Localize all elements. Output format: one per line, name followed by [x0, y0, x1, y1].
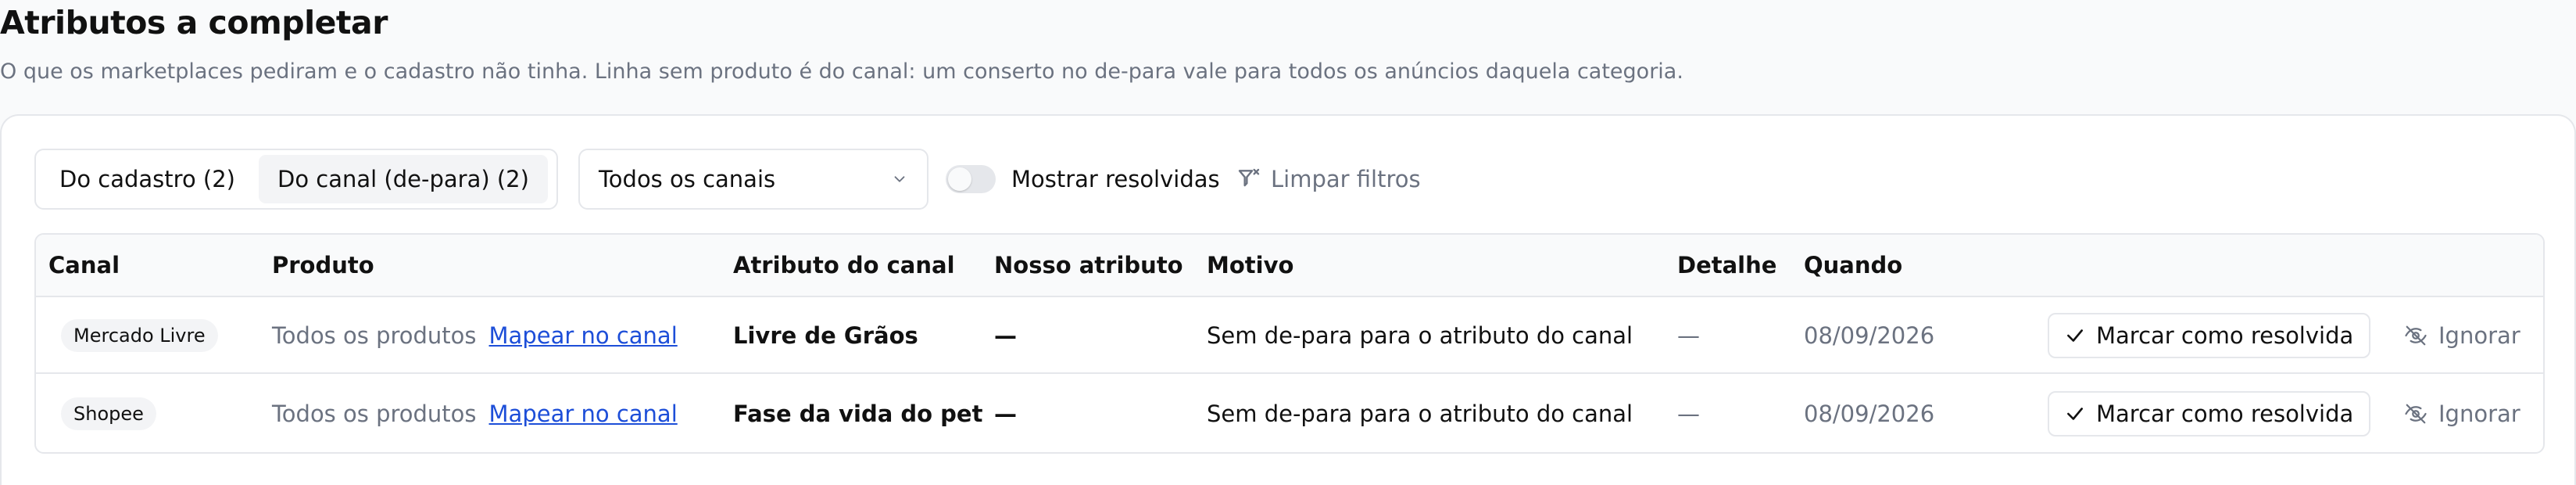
mark-resolved-button[interactable]: Marcar como resolvida	[2048, 313, 2371, 358]
chevron-down-icon	[894, 176, 905, 182]
mark-resolved-label: Marcar como resolvida	[2096, 322, 2354, 349]
detail-text: —	[1677, 401, 1700, 427]
show-resolved-toggle-group: Mostrar resolvidas	[946, 149, 1220, 210]
channel-badge: Mercado Livre	[61, 319, 218, 352]
channel-select[interactable]: Todos os canais	[578, 149, 928, 210]
page-description: O que os marketplaces pediram e o cadast…	[0, 59, 1683, 84]
column-header-nosso-atributo: Nosso atributo	[994, 252, 1183, 278]
channel-attribute: Livre de Grãos	[733, 322, 918, 349]
column-header-detalhe: Detalhe	[1677, 252, 1777, 278]
column-header-motivo: Motivo	[1207, 252, 1294, 278]
our-attribute: —	[994, 322, 1017, 349]
source-segmented-control: Do cadastro (2) Do canal (de-para) (2)	[34, 149, 558, 210]
ignore-label: Ignorar	[2438, 401, 2521, 427]
toggle-knob	[948, 167, 971, 191]
date-text: 08/09/2026	[1804, 322, 1935, 349]
tab-do-cadastro[interactable]: Do cadastro (2)	[41, 155, 254, 203]
product-text: Todos os produtos	[272, 401, 477, 427]
tab-do-canal[interactable]: Do canal (de-para) (2)	[259, 155, 548, 203]
filter-x-icon	[1238, 168, 1260, 187]
attributes-table: Canal Produto Atributo do canal Nosso at…	[34, 233, 2545, 454]
reason-text: Sem de-para para o atributo do canal	[1207, 401, 1633, 427]
clear-filters-button[interactable]: Limpar filtros	[1236, 149, 1421, 210]
eye-off-icon	[2405, 404, 2427, 424]
table-row: Mercado Livre Todos os produtos Mapear n…	[36, 297, 2543, 374]
our-attribute: —	[994, 401, 1017, 427]
show-resolved-label: Mostrar resolvidas	[1011, 166, 1220, 192]
check-icon	[2067, 329, 2083, 342]
map-in-channel-link[interactable]: Mapear no canal	[489, 401, 678, 427]
column-header-canal: Canal	[48, 252, 120, 278]
page-title: Atributos a completar	[0, 4, 388, 41]
ignore-button[interactable]: Ignorar	[2404, 322, 2521, 349]
attributes-panel: Do cadastro (2) Do canal (de-para) (2) T…	[0, 114, 2576, 485]
check-icon	[2067, 408, 2083, 420]
ignore-button[interactable]: Ignorar	[2404, 401, 2521, 427]
channel-attribute: Fase da vida do pet	[733, 401, 983, 427]
mark-resolved-label: Marcar como resolvida	[2096, 401, 2354, 427]
mark-resolved-button[interactable]: Marcar como resolvida	[2048, 391, 2371, 436]
channel-select-value: Todos os canais	[599, 166, 776, 192]
clear-filters-label: Limpar filtros	[1271, 166, 1421, 192]
date-text: 08/09/2026	[1804, 401, 1935, 427]
ignore-label: Ignorar	[2438, 322, 2521, 349]
product-text: Todos os produtos	[272, 322, 477, 349]
map-in-channel-link[interactable]: Mapear no canal	[489, 322, 678, 349]
column-header-quando: Quando	[1804, 252, 1903, 278]
table-header: Canal Produto Atributo do canal Nosso at…	[36, 235, 2543, 297]
channel-badge: Shopee	[61, 397, 156, 430]
show-resolved-toggle[interactable]	[946, 165, 996, 193]
eye-off-icon	[2405, 325, 2427, 346]
column-header-produto: Produto	[272, 252, 374, 278]
detail-text: —	[1677, 322, 1700, 349]
reason-text: Sem de-para para o atributo do canal	[1207, 322, 1633, 349]
column-header-atributo-canal: Atributo do canal	[733, 252, 955, 278]
table-row: Shopee Todos os produtos Mapear no canal…	[36, 375, 2543, 452]
